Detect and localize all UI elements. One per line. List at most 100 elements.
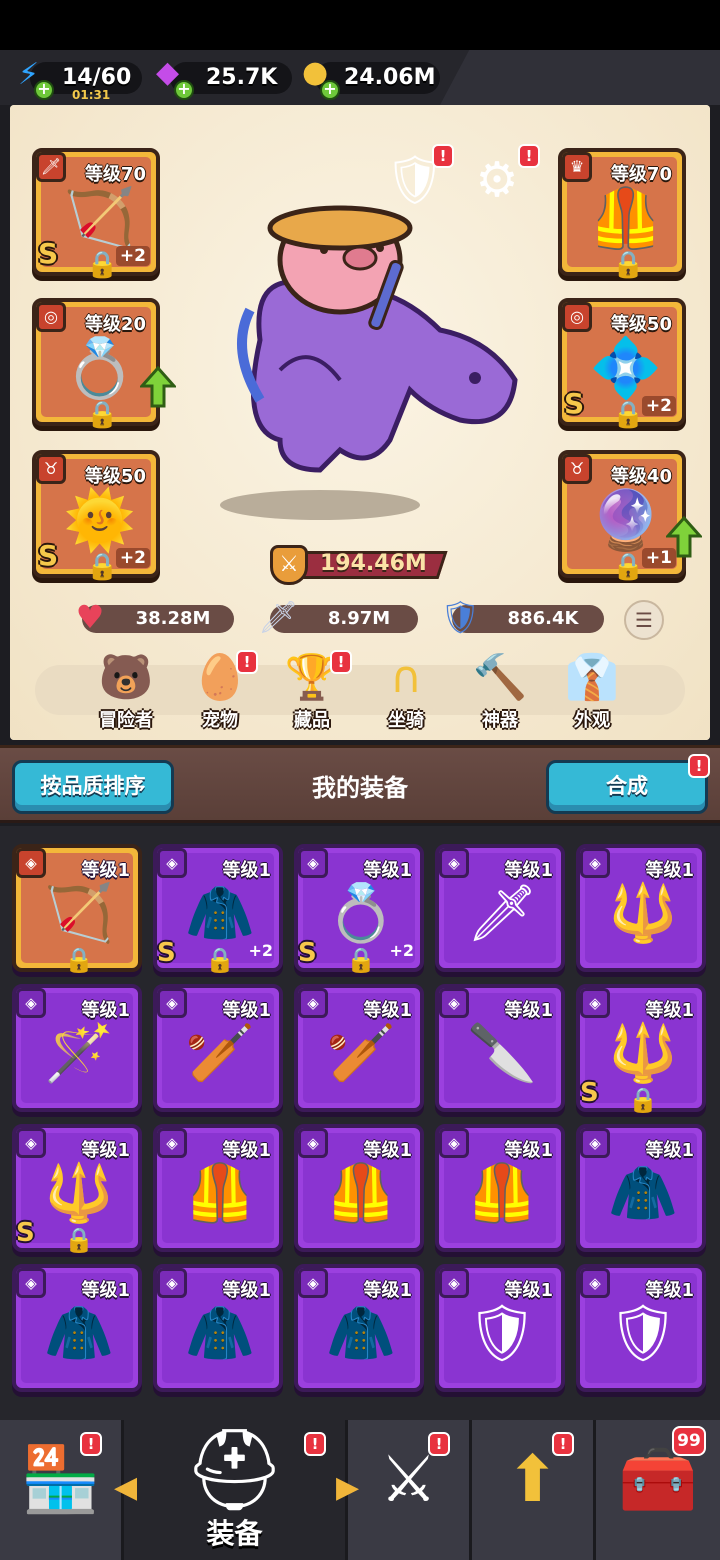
gear-card[interactable]: ◈ 等级1 🛡 — [576, 1264, 706, 1392]
armor-icon: 🦺 — [589, 184, 663, 252]
gear-card[interactable]: ◈ 等级1 🏹 🔒 — [12, 844, 142, 974]
gear-card[interactable]: ◈ 等级1 🗡 — [435, 844, 565, 972]
tab-label: 外观 — [574, 710, 610, 731]
hero-character[interactable] — [220, 140, 520, 520]
stat-defense: 🛡 886.4K — [440, 598, 604, 636]
gear-card[interactable]: ◈ 等级1 🏏 — [153, 984, 283, 1112]
slot-type-icon: ◈ — [157, 848, 187, 878]
tab-artifact[interactable]: 🔨 神器 — [460, 650, 540, 731]
plus-label: +2 — [389, 941, 414, 960]
stat-hp: ♥ 38.28M — [76, 598, 234, 636]
slot-type-icon: ◈ — [580, 848, 610, 878]
weapon-slot-icon: 🗡 — [36, 152, 66, 182]
slot-type-icon: ◈ — [580, 988, 610, 1018]
nav-battle[interactable]: ⚔ — [348, 1420, 472, 1560]
horseshoe-icon: ∩ — [389, 652, 423, 703]
tunic-icon: 🦺 — [185, 1161, 255, 1226]
add-gem-icon[interactable]: + — [174, 80, 194, 100]
lock-icon: 🔒 — [205, 946, 235, 974]
alert-badge: ! — [80, 1432, 102, 1456]
slot-type-icon: ◈ — [298, 848, 328, 878]
gear-card[interactable]: ◈ 等级1 💍 S 🔒 +2 — [294, 844, 424, 974]
gear-grid: ◈ 等级1 🏹 🔒 ◈ 等级1 🧥 S 🔒 +2 ◈ 等级1 💍 S 🔒 +2 ◈ 等级1 🗡 ◈ 等级1 🔱 ◈ 等级1 🪄 ◈… — [0, 826, 720, 1416]
alert-badge: ! — [428, 1432, 450, 1456]
details-icon[interactable]: ☰ — [624, 600, 664, 640]
merge-button[interactable]: 合成 — [546, 760, 708, 814]
nav-shop[interactable]: 🏪 — [0, 1420, 124, 1560]
gear-card[interactable]: ◈ 等级1 🦺 — [294, 1124, 424, 1252]
gear-card[interactable]: ◈ 等级1 🦺 — [435, 1124, 565, 1252]
grade-label: S — [298, 938, 317, 968]
capybara-icon: 🐻 — [98, 652, 154, 703]
spear-icon: 🔱 — [44, 1161, 114, 1226]
add-gold-icon[interactable]: + — [320, 80, 340, 100]
lock-icon: 🔒 — [64, 1226, 94, 1254]
tab-appearance[interactable]: 👔 外观 — [552, 650, 632, 731]
cloak-icon: 🧥 — [185, 881, 255, 946]
bottom-nav: 🏪 ⛑ 装备 ⚔ ⬆ 🧰 99 — [0, 1416, 720, 1560]
shop-icon: 🏪 — [20, 1443, 101, 1517]
tab-adventurer[interactable]: 🐻 冒险者 — [86, 650, 166, 731]
plus-label: +2 — [248, 941, 273, 960]
slot-armor[interactable]: ♛ 等级70 🦺 🔒 — [558, 148, 686, 280]
upgrade-arrow-icon — [140, 366, 176, 408]
gear-card[interactable]: ◈ 等级1 🔪 — [435, 984, 565, 1112]
gear-card[interactable]: ◈ 等级1 🏏 — [294, 984, 424, 1112]
gear-card[interactable]: ◈ 等级1 🛡 — [435, 1264, 565, 1392]
add-energy-icon[interactable]: + — [34, 80, 54, 100]
slot-type-icon: ◈ — [157, 1128, 187, 1158]
slot-weapon[interactable]: 🗡 等级70 🏹 S 🔒 +2 — [32, 148, 160, 280]
gear-card[interactable]: ◈ 等级1 🧥 — [12, 1264, 142, 1392]
tab-mount[interactable]: ∩ 坐骑 — [366, 650, 446, 731]
gear-card[interactable]: ◈ 等级1 🔱 — [576, 844, 706, 972]
bow-icon: 🏹 — [44, 881, 114, 946]
lock-icon: 🔒 — [86, 250, 119, 280]
slot-type-icon: ◈ — [16, 988, 46, 1018]
lock-icon: 🔒 — [346, 946, 376, 974]
stat-attack: 🗡 8.97M — [258, 598, 418, 636]
nav-prev-arrow-icon[interactable]: ◀ — [114, 1472, 137, 1504]
slot-type-icon: ◈ — [157, 1268, 187, 1298]
gear-title: 我的装备 — [312, 774, 408, 802]
hp-value: 38.28M — [135, 608, 211, 629]
crystal-sword-icon: 🔪 — [467, 1021, 537, 1086]
gear-card[interactable]: ◈ 等级1 🦺 — [153, 1124, 283, 1252]
gear-card[interactable]: ◈ 等级1 🧥 S 🔒 +2 — [153, 844, 283, 974]
resource-bar-decor — [440, 50, 720, 105]
lock-icon: 🔒 — [628, 1086, 658, 1114]
gear-card[interactable]: ◈ 等级1 🧥 — [576, 1124, 706, 1252]
outfit-icon: 👔 — [564, 652, 620, 703]
club-icon: 🏏 — [185, 1021, 255, 1086]
slot-gauntlet[interactable]: ◎ 等级50 💠 S 🔒 +2 — [558, 298, 686, 430]
gear-card[interactable]: ◈ 等级1 🧥 — [294, 1264, 424, 1392]
plate-armor-icon: 🛡 — [607, 1301, 679, 1366]
plus-label: +2 — [115, 548, 150, 568]
grade-label: S — [157, 938, 176, 968]
gear-card[interactable]: ◈ 等级1 🧥 — [153, 1264, 283, 1392]
slot-type-icon: ◈ — [439, 1128, 469, 1158]
grade-label: S — [38, 539, 59, 572]
nav-next-arrow-icon[interactable]: ▶ — [336, 1472, 359, 1504]
gear-card[interactable]: ◈ 等级1 🔱 S 🔒 — [576, 984, 706, 1114]
alert-badge: ! — [518, 144, 540, 168]
alert-badge: ! — [304, 1432, 326, 1456]
slot-orb[interactable]: ♉ 等级40 🔮 🔒 +1 — [558, 450, 686, 582]
resource-bar: ⚡ + 14/60 01:31 ◆ + 25.7K ● + 24.06M — [0, 50, 720, 105]
grade-label: S — [16, 1218, 35, 1248]
ring-icon: 💍 — [63, 334, 137, 402]
fur-armor-icon: 🧥 — [608, 1161, 678, 1226]
upgrade-arrow-icon — [666, 516, 702, 558]
sword-icon: 🗡 — [258, 598, 299, 636]
tunic-icon: 🦺 — [467, 1161, 537, 1226]
gold-value: 24.06M — [344, 65, 436, 90]
spear-icon: 🔱 — [608, 881, 678, 946]
nav-chest[interactable]: 🧰 99 — [596, 1420, 720, 1560]
ring-icon: 💍 — [326, 881, 396, 946]
gear-card[interactable]: ◈ 等级1 🔱 S 🔒 — [12, 1124, 142, 1254]
gear-card[interactable]: ◈ 等级1 🪄 — [12, 984, 142, 1112]
slot-necklace[interactable]: ♉ 等级50 🌞 S 🔒 +2 — [32, 450, 160, 582]
sort-by-quality-button[interactable]: 按品质排序 — [12, 760, 174, 814]
nav-upgrade[interactable]: ⬆ — [472, 1420, 596, 1560]
defense-value: 886.4K — [507, 608, 579, 629]
power-value: 194.46M — [320, 551, 427, 576]
